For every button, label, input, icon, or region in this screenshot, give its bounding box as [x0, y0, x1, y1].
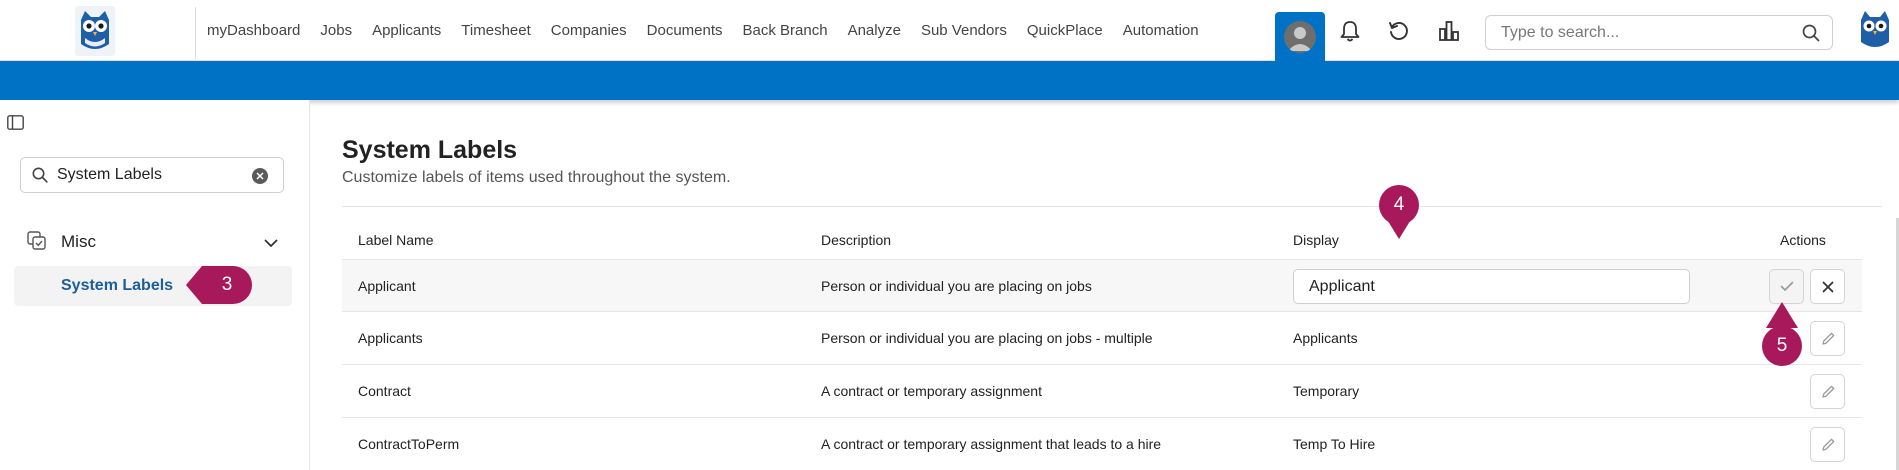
nav-item-back-branch[interactable]: Back Branch: [743, 22, 828, 39]
cancel-button[interactable]: [1810, 269, 1845, 304]
close-icon: [1822, 281, 1833, 292]
global-search-input[interactable]: [1501, 16, 1791, 49]
label-name-cell: ContractToPerm: [358, 436, 460, 452]
display-cell: Applicants: [1293, 330, 1358, 346]
table-row: Applicants Person or individual you are …: [342, 312, 1862, 365]
pencil-icon: [1821, 438, 1834, 451]
description-cell: A contract or temporary assignment: [821, 383, 1042, 399]
owl-logo-icon[interactable]: [75, 6, 115, 56]
nav-item-documents[interactable]: Documents: [647, 22, 723, 39]
main-nav: myDashboard Jobs Applicants Timesheet Co…: [207, 0, 1199, 61]
column-header-display: Display: [1293, 232, 1339, 248]
edit-button[interactable]: [1810, 321, 1845, 356]
nav-item-companies[interactable]: Companies: [551, 22, 627, 39]
page-subtitle: Customize labels of items used throughou…: [342, 169, 731, 186]
global-search: [1485, 15, 1833, 50]
annotation-marker-5-label: 5: [1776, 335, 1788, 356]
column-header-description: Description: [821, 232, 892, 248]
bell-icon[interactable]: [1337, 18, 1363, 44]
nav-divider: [195, 7, 196, 59]
sidebar-item-label: System Labels: [61, 277, 174, 294]
annotation-marker-4: 4: [1379, 185, 1419, 239]
owl-logo-icon-right[interactable]: [1857, 8, 1893, 52]
table-row: ContractToPerm A contract or temporary a…: [342, 418, 1862, 470]
sidebar-group-label: Misc: [61, 232, 96, 251]
description-cell: Person or individual you are placing on …: [821, 330, 1153, 346]
annotation-marker-3: 3: [186, 266, 252, 304]
sidebar-search-input[interactable]: [57, 158, 247, 192]
misc-category-icon: [27, 231, 47, 256]
sidebar-search: [20, 157, 284, 193]
label-name-cell: Contract: [358, 383, 411, 399]
settings-sidebar: Misc System Labels: [0, 100, 310, 470]
edit-button[interactable]: [1810, 427, 1845, 462]
nav-item-analyze[interactable]: Analyze: [848, 22, 901, 39]
avatar: [1284, 20, 1316, 53]
column-header-label-name: Label Name: [358, 232, 434, 248]
nav-item-mydashboard[interactable]: myDashboard: [207, 22, 300, 39]
user-avatar-button[interactable]: [1275, 12, 1325, 61]
panel-toggle-icon[interactable]: [7, 115, 24, 130]
annotation-marker-4-label: 4: [1393, 194, 1405, 215]
edit-button[interactable]: [1810, 374, 1845, 409]
page-title: System Labels: [342, 136, 518, 164]
sidebar-group-misc[interactable]: Misc: [14, 226, 294, 256]
label-name-cell: Applicant: [358, 278, 416, 294]
top-navigation-bar: myDashboard Jobs Applicants Timesheet Co…: [0, 0, 1899, 61]
pencil-icon: [1821, 332, 1834, 345]
description-cell: Person or individual you are placing on …: [821, 278, 1092, 294]
annotation-marker-5: 5: [1762, 302, 1802, 366]
clear-search-icon[interactable]: [252, 168, 268, 184]
nav-item-automation[interactable]: Automation: [1123, 22, 1199, 39]
table-row: Contract A contract or temporary assignm…: [342, 365, 1862, 418]
search-icon: [32, 167, 48, 188]
check-icon: [1780, 281, 1793, 291]
user-silhouette-icon: [1288, 26, 1312, 51]
display-cell: Temporary: [1293, 383, 1360, 399]
history-refresh-icon[interactable]: [1386, 18, 1412, 44]
search-icon[interactable]: [1802, 24, 1820, 47]
nav-item-applicants[interactable]: Applicants: [372, 22, 441, 39]
label-name-cell: Applicants: [358, 330, 423, 346]
nav-item-timesheet[interactable]: Timesheet: [461, 22, 530, 39]
chevron-down-icon[interactable]: [264, 235, 278, 253]
column-header-actions: Actions: [1780, 232, 1826, 248]
description-cell: A contract or temporary assignment that …: [821, 436, 1162, 452]
annotation-marker-3-label: 3: [221, 274, 233, 295]
nav-item-quickplace[interactable]: QuickPlace: [1027, 22, 1103, 39]
display-cell: Temp To Hire: [1293, 436, 1376, 452]
nav-item-sub-vendors[interactable]: Sub Vendors: [921, 22, 1007, 39]
nav-item-jobs[interactable]: Jobs: [320, 22, 352, 39]
analytics-bars-icon[interactable]: [1436, 18, 1462, 44]
pencil-icon: [1821, 385, 1834, 398]
table-row: Applicant Person or individual you are p…: [342, 259, 1862, 312]
save-button[interactable]: [1769, 269, 1804, 304]
brand-color-bar: [0, 61, 1899, 100]
header-divider: [342, 206, 1882, 207]
display-edit-input[interactable]: [1293, 269, 1690, 304]
